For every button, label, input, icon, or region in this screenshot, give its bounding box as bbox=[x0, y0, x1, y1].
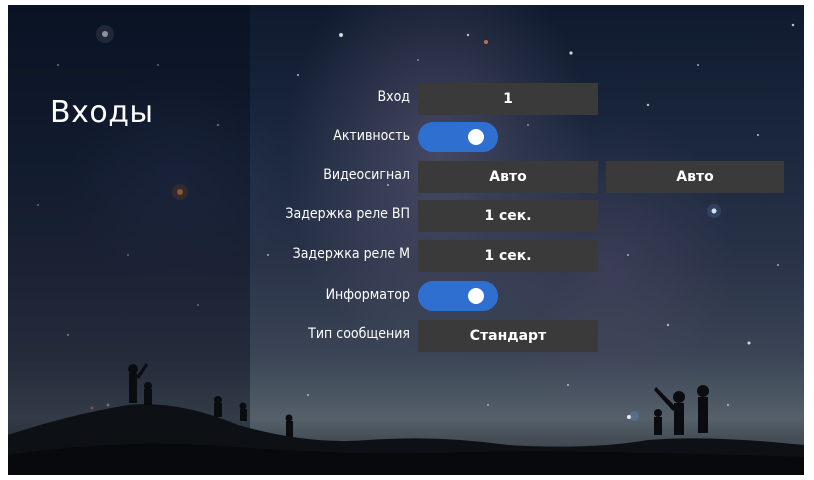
informer-label: Информатор bbox=[325, 287, 410, 303]
video-signal-label: Видеосигнал bbox=[323, 167, 410, 183]
toggle-knob bbox=[468, 288, 484, 304]
page-title: Входы bbox=[50, 95, 154, 130]
informer-toggle[interactable] bbox=[418, 281, 498, 311]
message-type-label: Тип сообщения bbox=[308, 326, 410, 342]
message-type-select[interactable]: Стандарт bbox=[418, 320, 598, 352]
input-select[interactable]: 1 bbox=[418, 83, 598, 115]
screen: Входы Вход 1 Активность Видеосигнал Авто… bbox=[8, 5, 804, 475]
landscape-silhouette bbox=[8, 363, 804, 475]
relay-delay-m-select[interactable]: 1 сек. bbox=[418, 240, 598, 272]
relay-delay-m-label: Задержка реле М bbox=[292, 246, 410, 262]
video-signal-select-2[interactable]: Авто bbox=[606, 161, 784, 193]
relay-delay-vp-select[interactable]: 1 сек. bbox=[418, 200, 598, 232]
input-label: Вход bbox=[377, 89, 410, 105]
activity-label: Активность bbox=[333, 128, 410, 144]
relay-delay-vp-label: Задержка реле ВП bbox=[285, 206, 410, 222]
activity-toggle[interactable] bbox=[418, 122, 498, 152]
video-signal-select-1[interactable]: Авто bbox=[418, 161, 598, 193]
toggle-knob bbox=[468, 129, 484, 145]
